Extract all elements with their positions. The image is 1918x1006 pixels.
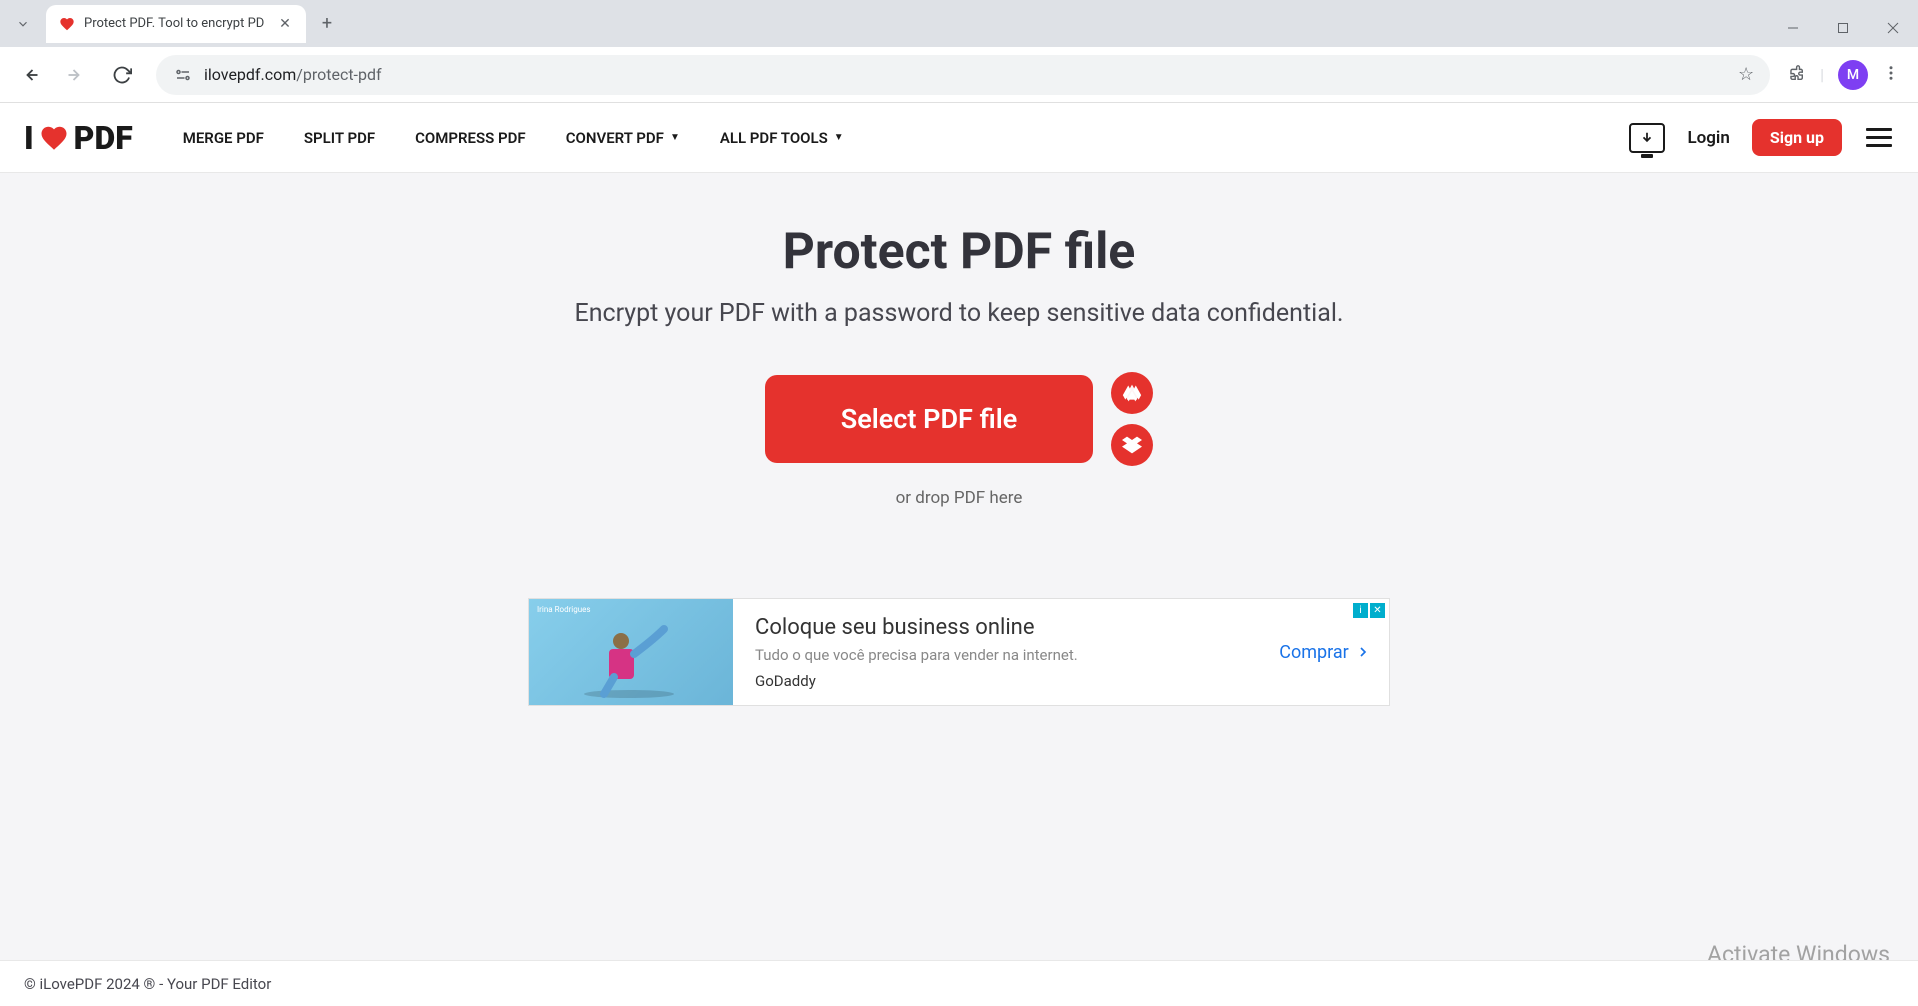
extensions-icon[interactable]: [1786, 63, 1806, 87]
tab-search-dropdown[interactable]: [8, 9, 38, 39]
google-drive-button[interactable]: [1111, 372, 1153, 414]
page-content: Protect PDF file Encrypt your PDF with a…: [0, 173, 1918, 960]
main-nav: MERGE PDF SPLIT PDF COMPRESS PDF CONVERT…: [183, 129, 844, 147]
tab-title: Protect PDF. Tool to encrypt PD: [84, 16, 268, 31]
chevron-down-icon: ▼: [670, 132, 680, 143]
page-title: Protect PDF file: [783, 223, 1136, 281]
chevron-right-icon: [1355, 644, 1371, 660]
download-desktop-icon[interactable]: [1629, 123, 1665, 153]
tab-area: Protect PDF. Tool to encrypt PD ✕ +: [0, 0, 342, 47]
site-header: I PDF MERGE PDF SPLIT PDF COMPRESS PDF C…: [0, 103, 1918, 173]
ad-banner[interactable]: Irina Rodrigues Coloque seu business onl…: [528, 598, 1390, 706]
forward-button[interactable]: [58, 57, 94, 93]
address-bar: ilovepdf.com/protect-pdf ☆ | M: [0, 47, 1918, 103]
window-controls: [1768, 9, 1918, 47]
nav-split-pdf[interactable]: SPLIT PDF: [304, 129, 375, 147]
cloud-buttons: [1111, 372, 1153, 466]
menu-icon[interactable]: [1864, 126, 1894, 149]
chevron-down-icon: ▼: [834, 132, 844, 143]
ad-subtitle: Tudo o que você precisa para vender na i…: [755, 646, 1239, 664]
address-bar-right: | M: [1786, 60, 1906, 90]
close-icon[interactable]: ✕: [276, 15, 294, 33]
ad-title: Coloque seu business online: [755, 615, 1239, 640]
ad-info-icon[interactable]: i: [1353, 603, 1368, 618]
ad-cta-label: Comprar: [1279, 642, 1349, 663]
ad-badges: i ✕: [1353, 603, 1385, 618]
ad-text: Coloque seu business online Tudo o que v…: [733, 599, 1261, 705]
drop-hint: or drop PDF here: [896, 488, 1023, 508]
nav-all-tools[interactable]: ALL PDF TOOLS▼: [720, 129, 844, 147]
footer-copyright: © iLovePDF 2024 ® - Your PDF Editor: [24, 975, 271, 993]
logo-pdf: PDF: [74, 119, 133, 157]
login-link[interactable]: Login: [1687, 128, 1729, 148]
minimize-button[interactable]: [1768, 9, 1818, 47]
bookmark-star-icon[interactable]: ☆: [1738, 64, 1754, 85]
url-text: ilovepdf.com/protect-pdf: [204, 65, 382, 84]
header-right: Login Sign up: [1629, 119, 1894, 156]
site-settings-icon[interactable]: [172, 64, 194, 86]
ad-image-label: Irina Rodrigues: [537, 605, 591, 614]
nav-merge-pdf[interactable]: MERGE PDF: [183, 129, 264, 147]
back-button[interactable]: [12, 57, 48, 93]
nav-convert-pdf[interactable]: CONVERT PDF▼: [566, 129, 680, 147]
browser-menu-icon[interactable]: [1882, 64, 1900, 86]
logo-i: I: [24, 119, 34, 157]
signup-button[interactable]: Sign up: [1752, 119, 1842, 156]
select-pdf-button[interactable]: Select PDF file: [765, 375, 1094, 463]
maximize-button[interactable]: [1818, 9, 1868, 47]
close-window-button[interactable]: [1868, 9, 1918, 47]
browser-tab-bar: Protect PDF. Tool to encrypt PD ✕ +: [0, 0, 1918, 47]
file-select-row: Select PDF file: [765, 372, 1154, 466]
page-subtitle: Encrypt your PDF with a password to keep…: [575, 299, 1344, 328]
logo[interactable]: I PDF: [24, 119, 133, 157]
heart-icon: [58, 15, 76, 33]
ad-brand: GoDaddy: [755, 672, 1239, 690]
url-input[interactable]: ilovepdf.com/protect-pdf ☆: [156, 55, 1770, 95]
ad-figure: [579, 619, 679, 699]
profile-avatar[interactable]: M: [1838, 60, 1868, 90]
dropbox-button[interactable]: [1111, 424, 1153, 466]
ad-close-icon[interactable]: ✕: [1370, 603, 1385, 618]
footer: © iLovePDF 2024 ® - Your PDF Editor: [0, 960, 1918, 1006]
browser-tab[interactable]: Protect PDF. Tool to encrypt PD ✕: [46, 5, 306, 43]
new-tab-button[interactable]: +: [312, 9, 342, 39]
ad-image: Irina Rodrigues: [529, 599, 733, 705]
heart-icon: [36, 123, 72, 153]
reload-button[interactable]: [104, 57, 140, 93]
nav-compress-pdf[interactable]: COMPRESS PDF: [415, 129, 526, 147]
